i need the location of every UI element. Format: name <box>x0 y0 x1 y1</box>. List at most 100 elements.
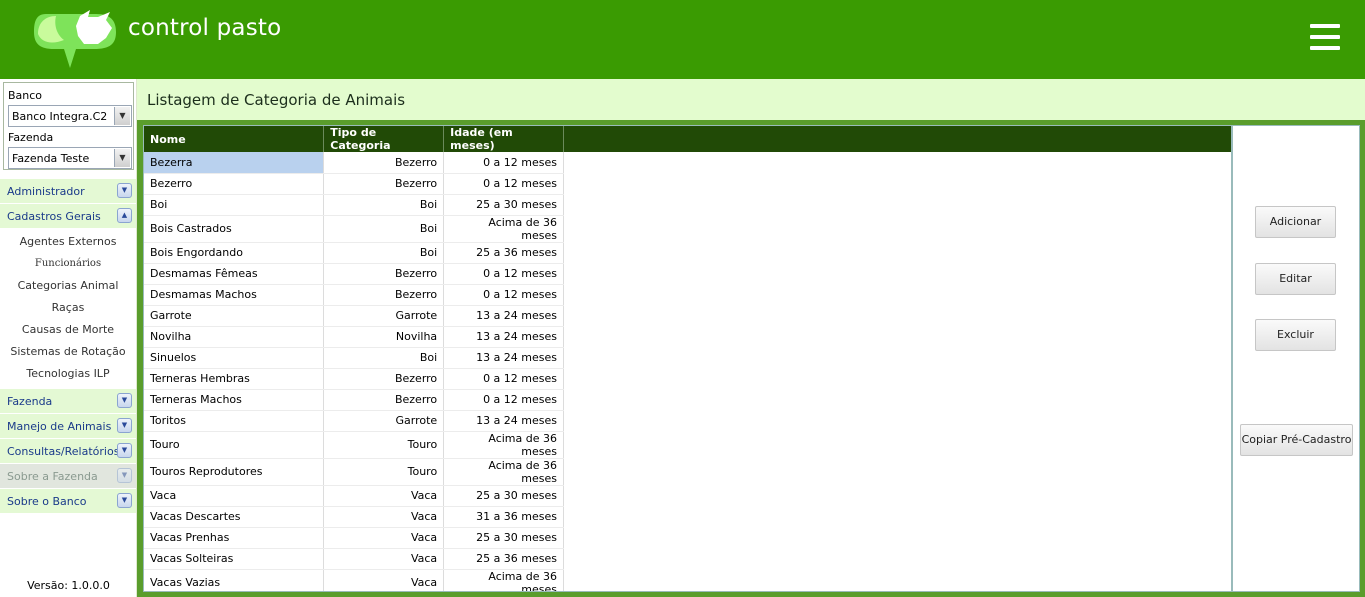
cell-idade[interactable]: 25 a 36 meses <box>443 242 565 264</box>
banco-select[interactable]: Banco Integra.C2 ▼ <box>8 105 132 127</box>
table-row[interactable]: Vacas Solteiras Vaca 25 a 36 meses <box>144 548 1231 570</box>
menu-manejo-de-animais[interactable]: Manejo de Animais ▼ <box>0 414 136 438</box>
hamburger-menu-icon[interactable] <box>1310 24 1340 52</box>
table-row[interactable]: Desmamas Machos Bezerro 0 a 12 meses <box>144 284 1231 306</box>
cell-tipo-categoria[interactable]: Boi <box>323 215 445 243</box>
table-row[interactable]: Sinuelos Boi 13 a 24 meses <box>144 347 1231 369</box>
cell-nome[interactable]: Vaca <box>144 485 325 507</box>
cell-tipo-categoria[interactable]: Garrote <box>323 305 445 327</box>
delete-button[interactable]: Excluir <box>1255 319 1336 351</box>
table-row[interactable]: Bezerra Bezerro 0 a 12 meses <box>144 152 1231 174</box>
copy-pre-register-button[interactable]: Copiar Pré-Cadastro <box>1240 424 1353 456</box>
cell-nome[interactable]: Desmamas Machos <box>144 284 325 306</box>
cell-tipo-categoria[interactable]: Bezerro <box>323 263 445 285</box>
table-row[interactable]: Terneras Machos Bezerro 0 a 12 meses <box>144 389 1231 411</box>
menu-cadastros-gerais[interactable]: Cadastros Gerais ▲ <box>0 204 136 228</box>
cell-tipo-categoria[interactable]: Bezerro <box>323 368 445 390</box>
cell-nome[interactable]: Vacas Prenhas <box>144 527 325 549</box>
table-row[interactable]: Bois Castrados Boi Acima de 36 meses <box>144 215 1231 243</box>
cell-tipo-categoria[interactable]: Touro <box>323 431 445 459</box>
chevron-down-icon[interactable]: ▼ <box>117 443 132 458</box>
cell-tipo-categoria[interactable]: Vaca <box>323 548 445 570</box>
cell-tipo-categoria[interactable]: Bezerro <box>323 284 445 306</box>
chevron-down-icon[interactable]: ▼ <box>114 107 130 125</box>
cell-nome[interactable]: Touros Reprodutores <box>144 458 325 486</box>
cell-nome[interactable]: Toritos <box>144 410 325 432</box>
table-row[interactable]: Desmamas Fêmeas Bezerro 0 a 12 meses <box>144 263 1231 285</box>
cell-tipo-categoria[interactable]: Vaca <box>323 569 445 591</box>
submenu-racas[interactable]: Raças <box>0 301 136 314</box>
table-row[interactable]: Boi Boi 25 a 30 meses <box>144 194 1231 216</box>
submenu-funcionarios[interactable]: Funcionários <box>0 258 136 269</box>
submenu-sistemas-de-rotacao[interactable]: Sistemas de Rotação <box>0 345 136 358</box>
cell-idade[interactable]: 13 a 24 meses <box>443 305 565 327</box>
cell-nome[interactable]: Vacas Solteiras <box>144 548 325 570</box>
cell-tipo-categoria[interactable]: Vaca <box>323 527 445 549</box>
cell-idade[interactable]: 0 a 12 meses <box>443 152 565 174</box>
menu-sobre-o-banco[interactable]: Sobre o Banco ▼ <box>0 489 136 513</box>
cell-nome[interactable]: Vacas Descartes <box>144 506 325 528</box>
cell-idade[interactable]: 13 a 24 meses <box>443 410 565 432</box>
cell-nome[interactable]: Desmamas Fêmeas <box>144 263 325 285</box>
table-row[interactable]: Vacas Prenhas Vaca 25 a 30 meses <box>144 527 1231 549</box>
cell-idade[interactable]: 0 a 12 meses <box>443 389 565 411</box>
chevron-down-icon[interactable]: ▼ <box>114 149 130 167</box>
cell-nome[interactable]: Bezerra <box>144 152 325 174</box>
table-row[interactable]: Touros Reprodutores Touro Acima de 36 mese… <box>144 458 1231 486</box>
cell-idade[interactable]: Acima de 36 meses <box>443 215 565 243</box>
cell-idade[interactable]: 25 a 30 meses <box>443 194 565 216</box>
table-row[interactable]: Terneras Hembras Bezerro 0 a 12 meses <box>144 368 1231 390</box>
cell-nome[interactable]: Terneras Machos <box>144 389 325 411</box>
column-header-idade[interactable]: Idade (em meses) <box>443 126 565 152</box>
table-row[interactable]: Toritos Garrote 13 a 24 meses <box>144 410 1231 432</box>
submenu-agentes-externos[interactable]: Agentes Externos <box>0 235 136 248</box>
table-row[interactable]: Garrote Garrote 13 a 24 meses <box>144 305 1231 327</box>
fazenda-select[interactable]: Fazenda Teste ▼ <box>8 147 132 169</box>
cell-nome[interactable]: Bezerro <box>144 173 325 195</box>
cell-nome[interactable]: Bois Castrados <box>144 215 325 243</box>
cell-tipo-categoria[interactable]: Vaca <box>323 485 445 507</box>
add-button[interactable]: Adicionar <box>1255 206 1336 238</box>
column-header-tipo-categoria[interactable]: Tipo de Categoria <box>323 126 445 152</box>
cell-nome[interactable]: Novilha <box>144 326 325 348</box>
submenu-tecnologias-ilp[interactable]: Tecnologias ILP <box>0 367 136 380</box>
cell-idade[interactable]: 0 a 12 meses <box>443 173 565 195</box>
cell-tipo-categoria[interactable]: Boi <box>323 347 445 369</box>
edit-button[interactable]: Editar <box>1255 263 1336 295</box>
cell-nome[interactable]: Touro <box>144 431 325 459</box>
cell-idade[interactable]: 0 a 12 meses <box>443 284 565 306</box>
cell-tipo-categoria[interactable]: Touro <box>323 458 445 486</box>
cell-tipo-categoria[interactable]: Bezerro <box>323 173 445 195</box>
table-row[interactable]: Vaca Vaca 25 a 30 meses <box>144 485 1231 507</box>
cell-nome[interactable]: Vacas Vazias <box>144 569 325 591</box>
cell-idade[interactable]: Acima de 36 meses <box>443 569 565 591</box>
menu-consultas-relatorios[interactable]: Consultas/Relatórios ▼ <box>0 439 136 463</box>
cell-idade[interactable]: 31 a 36 meses <box>443 506 565 528</box>
submenu-categorias-animal[interactable]: Categorias Animal <box>0 279 136 292</box>
table-row[interactable]: Novilha Novilha 13 a 24 meses <box>144 326 1231 348</box>
cell-tipo-categoria[interactable]: Boi <box>323 242 445 264</box>
cell-nome[interactable]: Garrote <box>144 305 325 327</box>
cell-tipo-categoria[interactable]: Boi <box>323 194 445 216</box>
chevron-down-icon[interactable]: ▼ <box>117 418 132 433</box>
cell-idade[interactable]: 25 a 30 meses <box>443 485 565 507</box>
cell-tipo-categoria[interactable]: Bezerro <box>323 152 445 174</box>
column-header-nome[interactable]: Nome <box>144 126 325 152</box>
cell-idade[interactable]: 0 a 12 meses <box>443 263 565 285</box>
menu-administrador[interactable]: Administrador ▼ <box>0 179 136 203</box>
cell-idade[interactable]: Acima de 36 meses <box>443 431 565 459</box>
cell-idade[interactable]: 13 a 24 meses <box>443 347 565 369</box>
table-row[interactable]: Bois Engordando Boi 25 a 36 meses <box>144 242 1231 264</box>
menu-fazenda[interactable]: Fazenda ▼ <box>0 389 136 413</box>
cell-tipo-categoria[interactable]: Novilha <box>323 326 445 348</box>
chevron-down-icon[interactable]: ▼ <box>117 493 132 508</box>
cell-nome[interactable]: Boi <box>144 194 325 216</box>
table-row[interactable]: Vacas Descartes Vaca 31 a 36 meses <box>144 506 1231 528</box>
cell-idade[interactable]: Acima de 36 meses <box>443 458 565 486</box>
table-row[interactable]: Bezerro Bezerro 0 a 12 meses <box>144 173 1231 195</box>
cell-idade[interactable]: 25 a 30 meses <box>443 527 565 549</box>
cell-idade[interactable]: 13 a 24 meses <box>443 326 565 348</box>
table-row[interactable]: Touro Touro Acima de 36 meses <box>144 431 1231 459</box>
cell-nome[interactable]: Bois Engordando <box>144 242 325 264</box>
cell-tipo-categoria[interactable]: Bezerro <box>323 389 445 411</box>
